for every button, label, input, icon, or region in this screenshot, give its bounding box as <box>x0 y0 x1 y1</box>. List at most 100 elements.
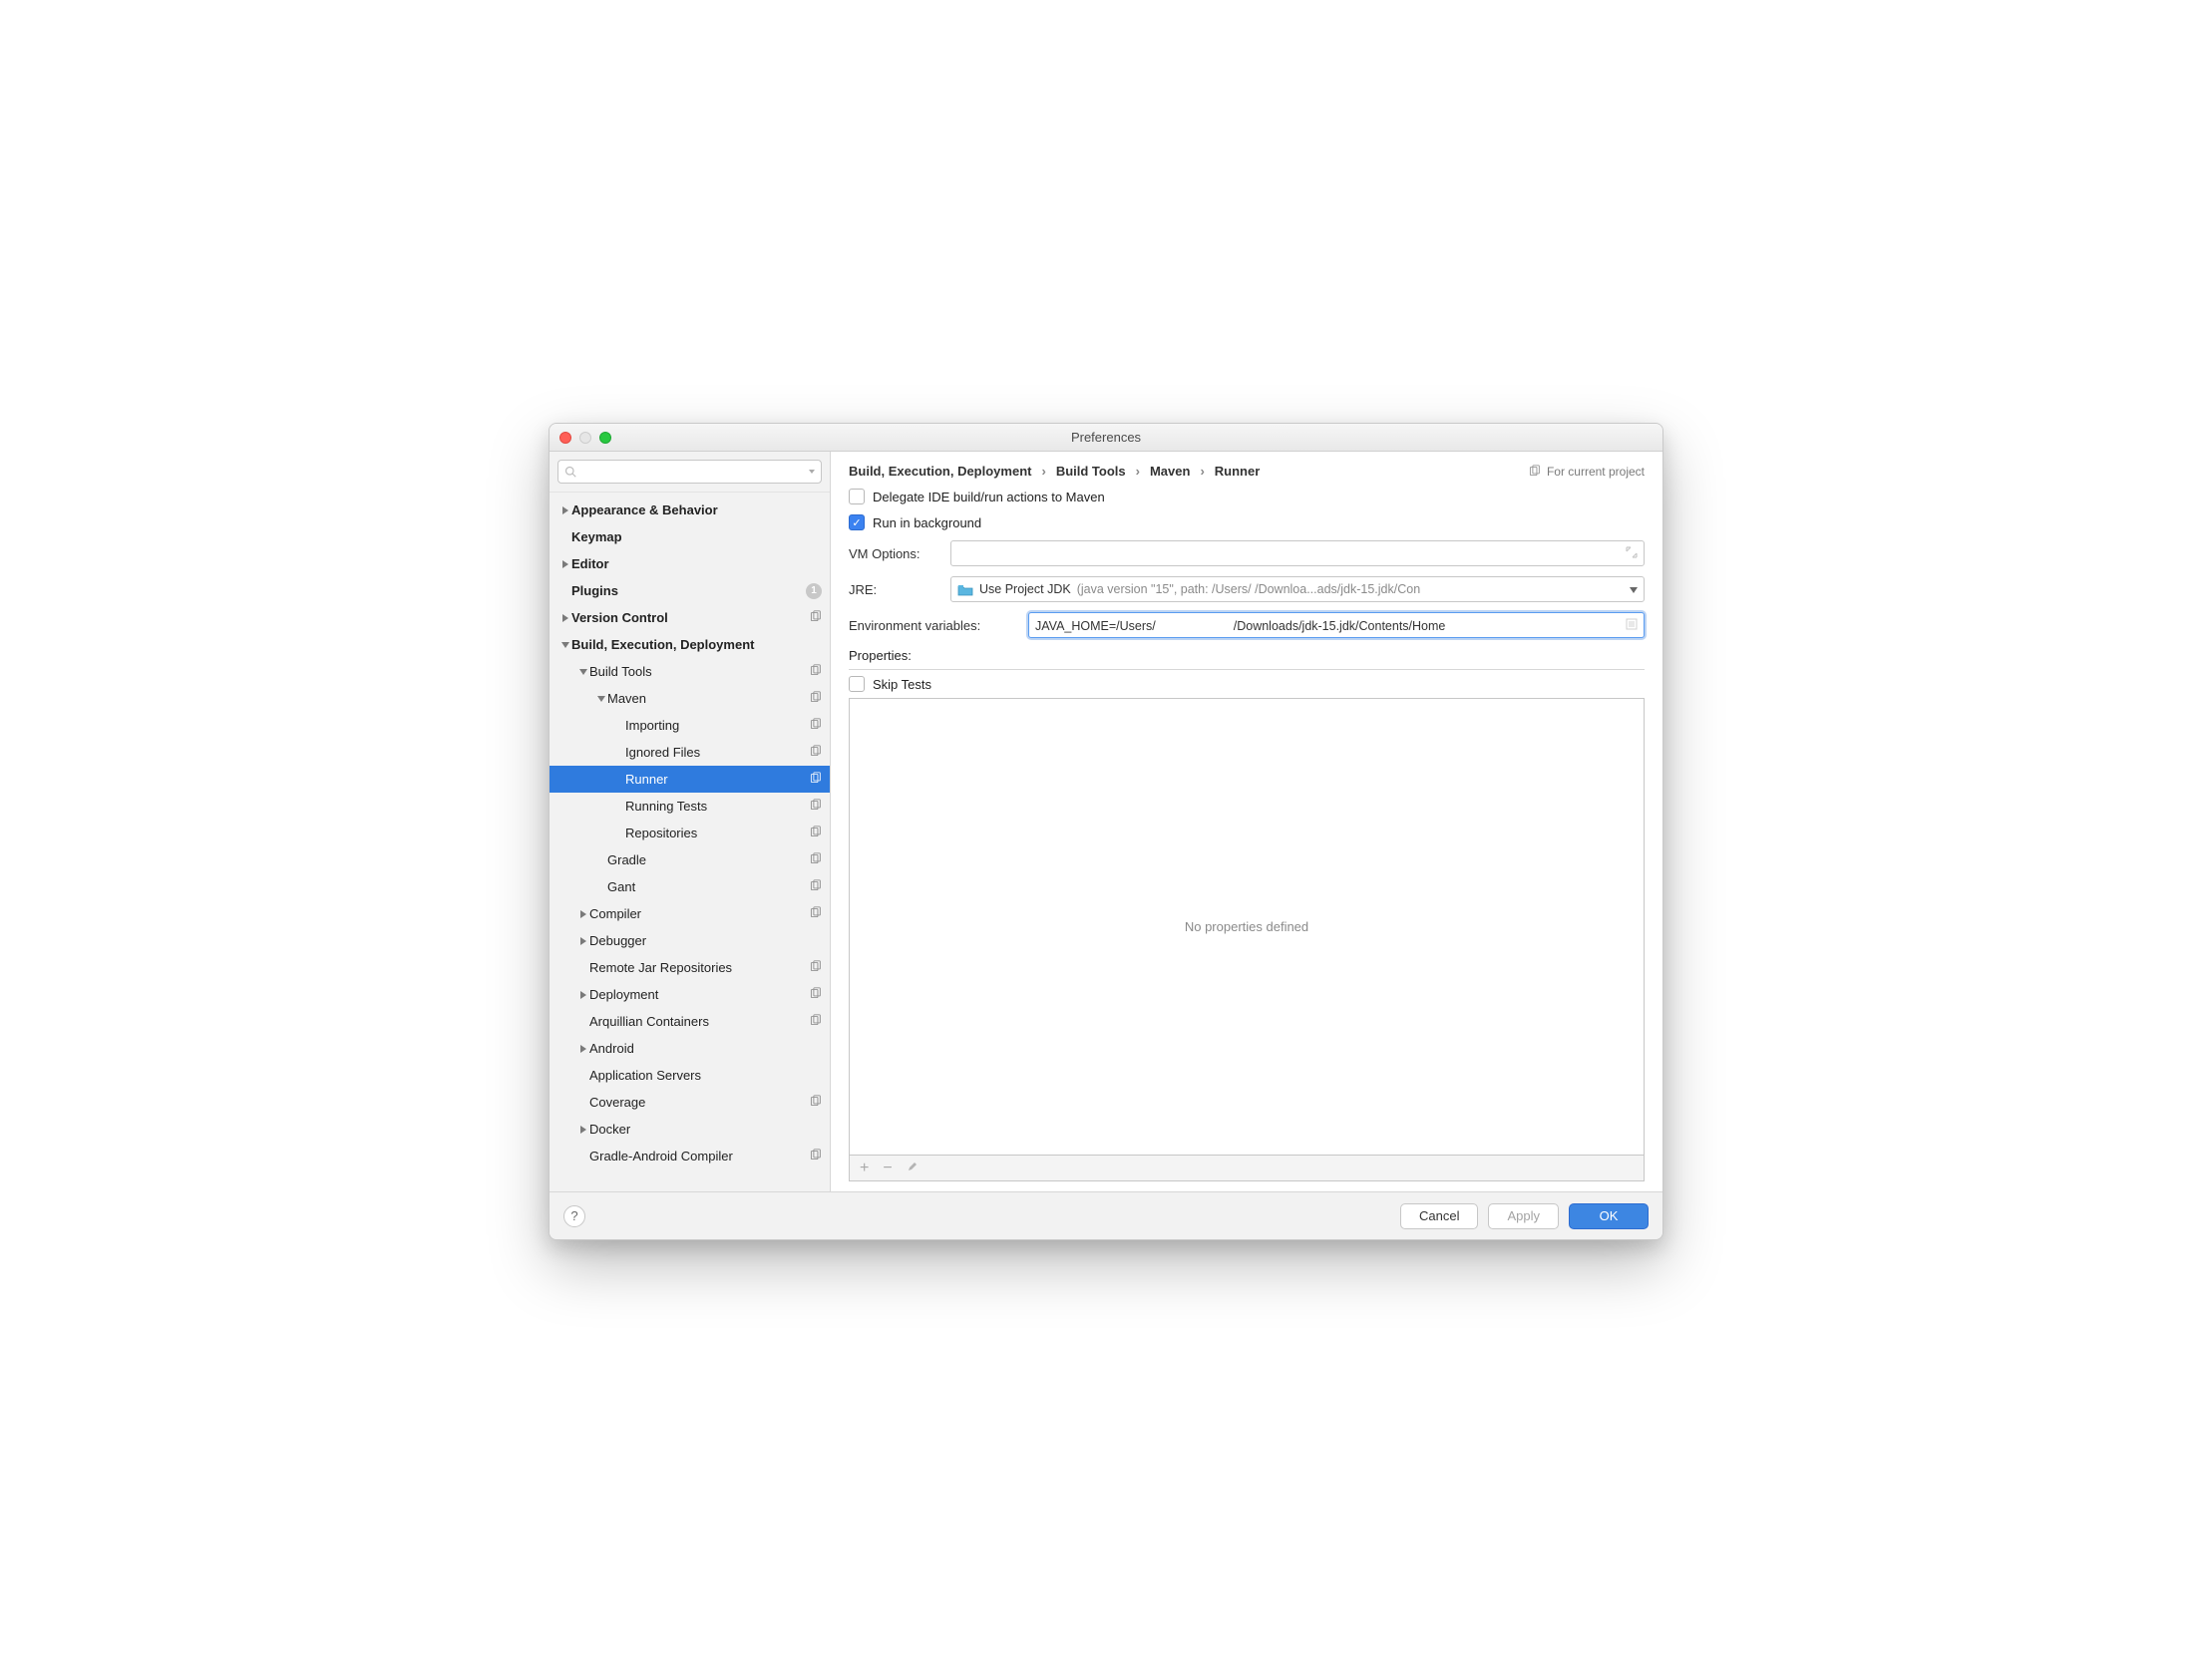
disclosure-arrow-icon[interactable] <box>559 614 571 622</box>
disclosure-arrow-icon[interactable] <box>577 937 589 945</box>
properties-toolbar: + − <box>849 1156 1645 1181</box>
tree-item[interactable]: Application Servers <box>550 1062 830 1089</box>
tree-item-label: Build, Execution, Deployment <box>571 637 754 652</box>
search-input-wrap[interactable] <box>557 460 822 484</box>
properties-table[interactable]: No properties defined <box>849 698 1645 1156</box>
tree-item[interactable]: Docker <box>550 1116 830 1143</box>
background-label: Run in background <box>873 515 981 530</box>
disclosure-arrow-icon[interactable] <box>595 696 607 702</box>
tree-item[interactable]: Editor <box>550 550 830 577</box>
vm-options-field[interactable] <box>950 540 1645 566</box>
project-scope-icon <box>809 852 822 868</box>
tree-item-label: Repositories <box>625 826 697 840</box>
zoom-window-button[interactable] <box>599 432 611 444</box>
minimize-window-button[interactable] <box>579 432 591 444</box>
tree-item-label: Maven <box>607 691 646 706</box>
tree-item[interactable]: Debugger <box>550 927 830 954</box>
properties-empty-text: No properties defined <box>1185 919 1308 934</box>
env-vars-value: JAVA_HOME=/Users//Downloads/jdk-15.jdk/C… <box>1035 618 1445 633</box>
project-scope-icon <box>809 1149 822 1164</box>
copy-icon <box>1528 465 1541 478</box>
tree-item[interactable]: Appearance & Behavior <box>550 497 830 523</box>
crumb-1[interactable]: Build Tools <box>1056 464 1126 479</box>
tree-item[interactable]: Plugins1 <box>550 577 830 604</box>
tree-item[interactable]: Ignored Files <box>550 739 830 766</box>
tree-item[interactable]: Runner <box>550 766 830 793</box>
tree-item-label: Docker <box>589 1122 630 1137</box>
project-scope-icon <box>809 879 822 895</box>
crumb-2[interactable]: Maven <box>1150 464 1190 479</box>
delegate-label: Delegate IDE build/run actions to Maven <box>873 490 1105 504</box>
help-button[interactable]: ? <box>563 1205 585 1227</box>
project-scope-icon <box>809 745 822 761</box>
tree-item[interactable]: Coverage <box>550 1089 830 1116</box>
project-scope-icon <box>809 1095 822 1111</box>
tree-item-label: Gradle-Android Compiler <box>589 1149 733 1164</box>
delegate-checkbox-row[interactable]: Delegate IDE build/run actions to Maven <box>849 489 1645 504</box>
footer: ? Cancel Apply OK <box>550 1191 1662 1239</box>
body: Appearance & Behavior KeymapEditorPlugins… <box>550 452 1662 1191</box>
tree-item[interactable]: Gant <box>550 873 830 900</box>
update-badge: 1 <box>806 583 822 599</box>
tree-item[interactable]: Keymap <box>550 523 830 550</box>
list-icon[interactable] <box>1626 618 1638 633</box>
disclosure-arrow-icon[interactable] <box>559 560 571 568</box>
tree-item[interactable]: Android <box>550 1035 830 1062</box>
delegate-checkbox[interactable] <box>849 489 865 504</box>
disclosure-arrow-icon[interactable] <box>577 1045 589 1053</box>
tree-item[interactable]: Gradle <box>550 846 830 873</box>
breadcrumb: Build, Execution, Deployment › Build Too… <box>831 452 1662 489</box>
disclosure-arrow-icon[interactable] <box>577 910 589 918</box>
tree-item-label: Compiler <box>589 906 641 921</box>
tree-item[interactable]: Version Control <box>550 604 830 631</box>
disclosure-arrow-icon[interactable] <box>559 642 571 648</box>
project-scope-icon <box>809 826 822 841</box>
project-scope-icon <box>809 1014 822 1030</box>
background-checkbox[interactable]: ✓ <box>849 514 865 530</box>
edit-button[interactable] <box>907 1161 919 1175</box>
properties-section: Properties: Skip Tests No properties def… <box>849 648 1645 1181</box>
content: Delegate IDE build/run actions to Maven … <box>831 489 1662 1191</box>
env-vars-field[interactable]: JAVA_HOME=/Users//Downloads/jdk-15.jdk/C… <box>1028 612 1645 638</box>
tree-item-label: Appearance & Behavior <box>571 502 718 517</box>
add-button[interactable]: + <box>860 1161 869 1176</box>
jre-select[interactable]: Use Project JDK (java version "15", path… <box>950 576 1645 602</box>
tree-item[interactable]: Compiler <box>550 900 830 927</box>
close-window-button[interactable] <box>559 432 571 444</box>
window-title: Preferences <box>550 430 1662 445</box>
expand-icon[interactable] <box>1626 546 1638 561</box>
remove-button[interactable]: − <box>883 1161 892 1176</box>
tree-item[interactable]: Arquillian Containers <box>550 1008 830 1035</box>
tree-item[interactable]: Gradle-Android Compiler <box>550 1143 830 1169</box>
tree-item-label: Coverage <box>589 1095 645 1110</box>
ok-button[interactable]: OK <box>1569 1203 1649 1229</box>
cancel-button[interactable]: Cancel <box>1400 1203 1478 1229</box>
apply-button[interactable]: Apply <box>1488 1203 1559 1229</box>
background-checkbox-row[interactable]: ✓ Run in background <box>849 514 1645 530</box>
dropdown-icon[interactable] <box>809 470 815 474</box>
skip-tests-checkbox[interactable] <box>849 676 865 692</box>
skip-tests-row[interactable]: Skip Tests <box>849 676 1645 692</box>
chevron-right-icon: › <box>1041 464 1045 479</box>
tree-item[interactable]: Deployment <box>550 981 830 1008</box>
tree-item[interactable]: Running Tests <box>550 793 830 820</box>
crumb-0[interactable]: Build, Execution, Deployment <box>849 464 1031 479</box>
jre-label: JRE: <box>849 582 940 597</box>
tree-item[interactable]: Build Tools <box>550 658 830 685</box>
disclosure-arrow-icon[interactable] <box>577 1126 589 1134</box>
sidebar: Appearance & Behavior KeymapEditorPlugins… <box>550 452 831 1191</box>
tree-item[interactable]: Repositories <box>550 820 830 846</box>
tree-item[interactable]: Build, Execution, Deployment <box>550 631 830 658</box>
tree-item[interactable]: Importing <box>550 712 830 739</box>
chevron-right-icon: › <box>1136 464 1140 479</box>
vm-options-label: VM Options: <box>849 546 940 561</box>
disclosure-arrow-icon[interactable] <box>577 991 589 999</box>
search-input[interactable] <box>580 465 805 479</box>
settings-tree[interactable]: Appearance & Behavior KeymapEditorPlugins… <box>550 493 830 1191</box>
tree-item[interactable]: Maven <box>550 685 830 712</box>
disclosure-arrow-icon[interactable] <box>559 506 571 514</box>
traffic-lights <box>559 432 611 444</box>
disclosure-arrow-icon[interactable] <box>577 669 589 675</box>
tree-item[interactable]: Remote Jar Repositories <box>550 954 830 981</box>
tree-item-label: Running Tests <box>625 799 707 814</box>
